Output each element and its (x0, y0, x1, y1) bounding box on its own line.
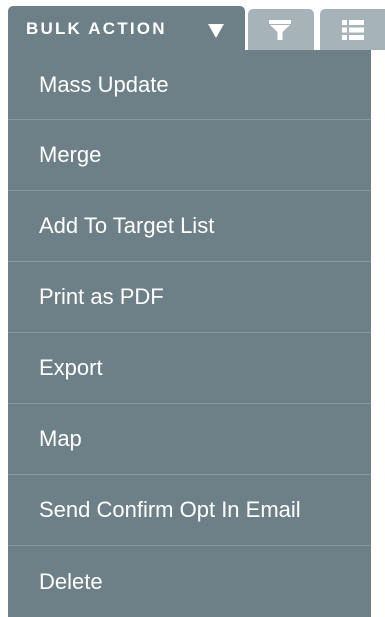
list-view-icon (342, 20, 364, 40)
list-view-button[interactable] (320, 9, 385, 50)
menu-item-add-to-target-list[interactable]: Add To Target List (8, 191, 371, 262)
menu-item-print-as-pdf[interactable]: Print as PDF (8, 262, 371, 333)
bulk-action-label: BULK ACTION (26, 18, 167, 38)
menu-item-map[interactable]: Map (8, 404, 371, 475)
bulk-action-button[interactable]: BULK ACTION (8, 6, 245, 50)
filter-icon (269, 20, 291, 40)
menu-item-label: Map (39, 426, 82, 451)
menu-item-send-confirm-opt-in-email[interactable]: Send Confirm Opt In Email (8, 475, 371, 546)
menu-item-export[interactable]: Export (8, 333, 371, 404)
menu-item-label: Send Confirm Opt In Email (39, 497, 301, 522)
menu-item-merge[interactable]: Merge (8, 120, 371, 191)
menu-item-label: Add To Target List (39, 213, 215, 238)
bulk-action-dropdown: BULK ACTION Mass Update Merge Add To Tar… (0, 0, 385, 617)
menu-item-label: Export (39, 355, 103, 380)
list-toolbar: BULK ACTION (8, 6, 385, 50)
menu-item-label: Mass Update (39, 71, 169, 97)
caret-down-icon (208, 24, 224, 38)
bulk-action-menu: Mass Update Merge Add To Target List Pri… (8, 50, 371, 617)
menu-item-delete[interactable]: Delete (8, 546, 371, 617)
menu-item-label: Delete (39, 568, 103, 594)
menu-item-label: Merge (39, 142, 102, 167)
menu-item-label: Print as PDF (39, 284, 164, 309)
menu-item-mass-update[interactable]: Mass Update (8, 50, 371, 120)
filter-button[interactable] (248, 9, 314, 50)
